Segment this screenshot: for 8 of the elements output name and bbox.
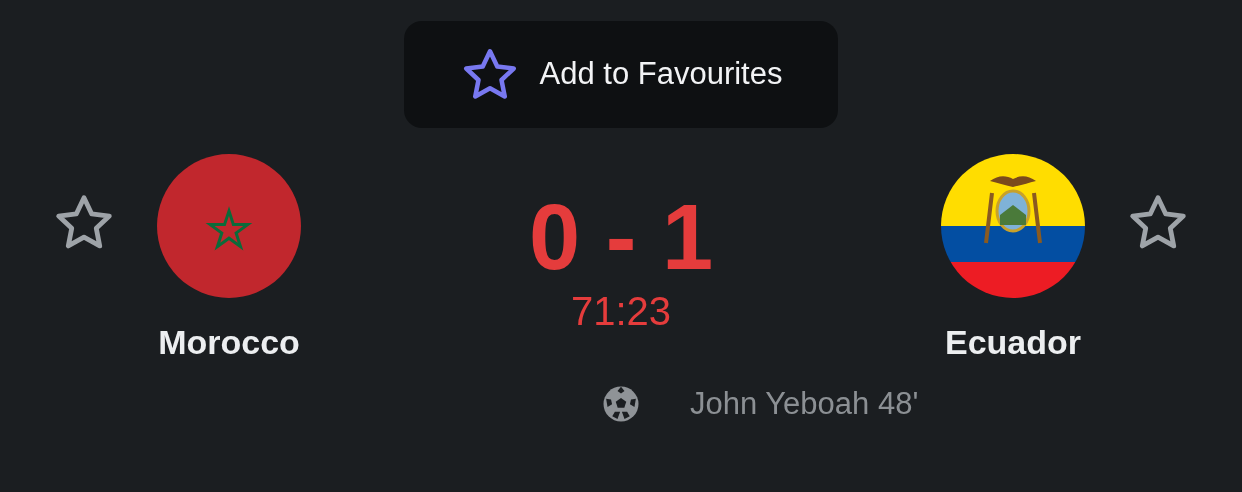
team-name: Morocco <box>158 325 300 359</box>
score: 0 - 1 <box>528 191 714 283</box>
flag-icon <box>156 153 302 299</box>
add-to-favourites-button[interactable]: Add to Favourites <box>404 21 838 128</box>
goal-scorer: John Yeboah 48' <box>690 385 919 423</box>
flag-icon <box>940 153 1086 299</box>
match-clock: 71:23 <box>570 291 672 331</box>
team-name: Ecuador <box>944 325 1081 359</box>
